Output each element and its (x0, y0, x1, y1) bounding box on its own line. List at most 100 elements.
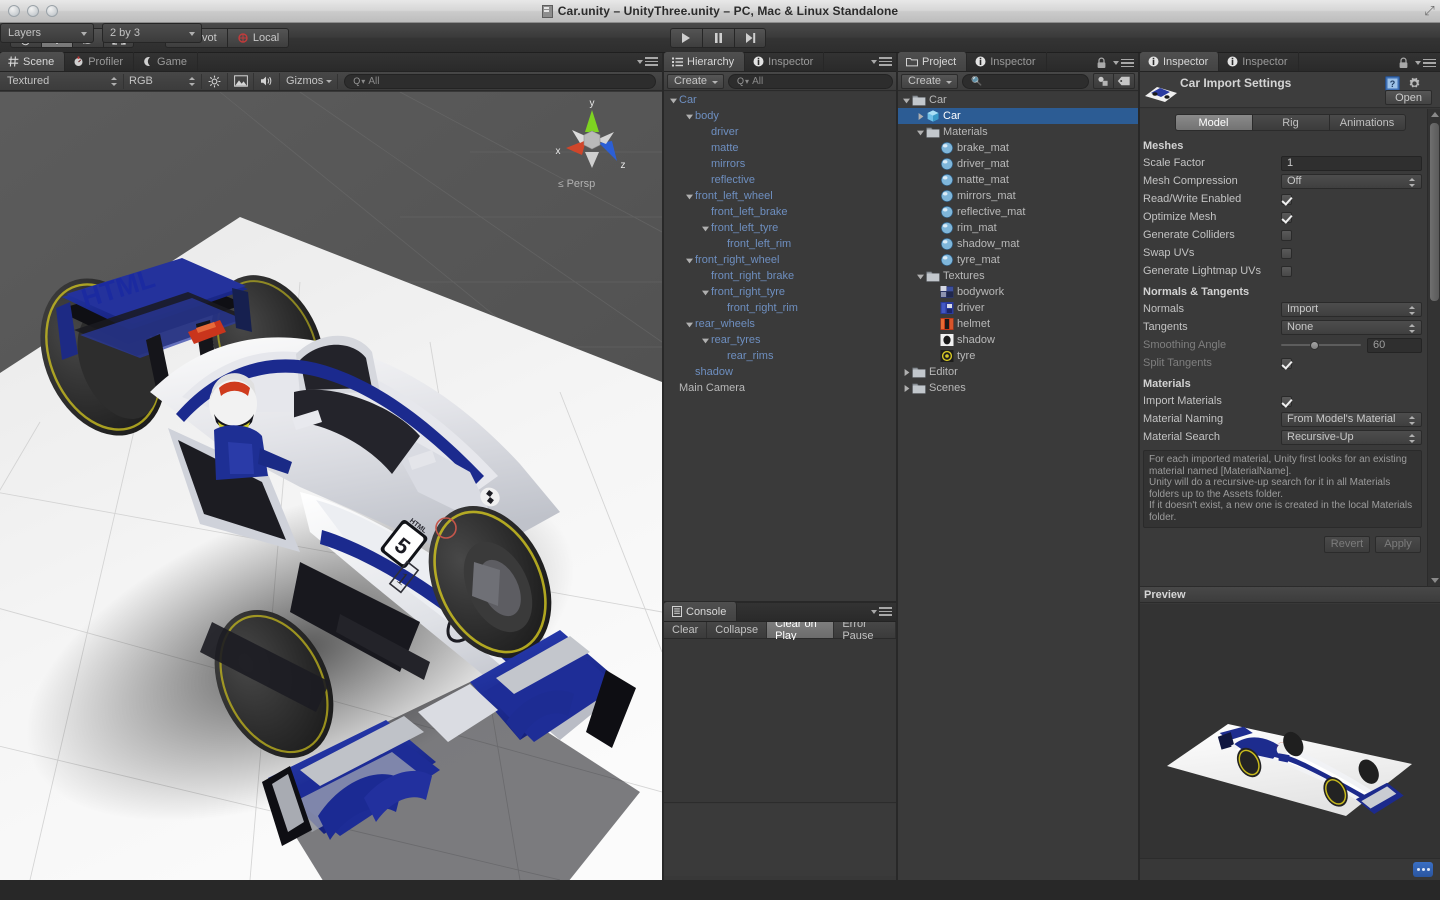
play-button[interactable] (670, 28, 702, 48)
mesh-compression-dropdown[interactable]: Off (1281, 173, 1422, 189)
normals-dropdown[interactable]: Import (1281, 301, 1422, 317)
project-item-car[interactable]: Car (898, 108, 1138, 124)
gear-icon[interactable] (1407, 76, 1422, 91)
tab-scene[interactable]: Scene (0, 52, 66, 71)
import-materials-checkbox[interactable] (1281, 395, 1292, 407)
hierarchy-create-button[interactable]: Create (667, 73, 725, 89)
project-create-button[interactable]: Create (901, 73, 959, 89)
tangents-dropdown[interactable]: None (1281, 319, 1422, 335)
tab-project[interactable]: Project (898, 52, 968, 71)
inspector-scroll-thumb[interactable] (1430, 123, 1439, 301)
step-button[interactable] (734, 28, 766, 48)
swap-uvs-checkbox[interactable] (1281, 247, 1292, 259)
expand-toggle[interactable] (684, 188, 695, 204)
layout-dropdown[interactable]: 2 by 3 (102, 23, 202, 43)
window-controls[interactable] (8, 5, 58, 17)
expand-toggle[interactable] (684, 252, 695, 268)
material-search-dropdown[interactable]: Recursive-Up (1281, 429, 1422, 445)
hierarchy-item-front-left-tyre[interactable]: front_left_tyre (664, 220, 896, 236)
expand-toggle[interactable] (684, 316, 695, 332)
inspector-panel-menu[interactable] (1398, 57, 1436, 69)
draw-mode-dropdown[interactable]: Textured (2, 73, 124, 89)
hierarchy-item-car[interactable]: Car (664, 92, 896, 108)
hierarchy-item-front-right-tyre[interactable]: front_right_tyre (664, 284, 896, 300)
project-search-input[interactable]: 🔍 (962, 73, 1089, 89)
hierarchy-item-reflective[interactable]: reflective (664, 172, 896, 188)
expand-toggle[interactable] (915, 108, 926, 124)
scale-factor-input[interactable]: 1 (1281, 155, 1422, 171)
console-clear-on-play-button[interactable]: Clear on Play (767, 618, 835, 642)
hierarchy-item-front-left-wheel[interactable]: front_left_wheel (664, 188, 896, 204)
expand-toggle[interactable] (700, 220, 711, 236)
projection-mode-label[interactable]: ≤ Persp (558, 178, 595, 190)
material-naming-dropdown[interactable]: From Model's Material (1281, 411, 1422, 427)
project-item-tyre-mat[interactable]: tyre_mat (898, 252, 1138, 268)
hierarchy-item-mirrors[interactable]: mirrors (664, 156, 896, 172)
console-log-area[interactable] (664, 640, 896, 803)
tab-model[interactable]: Model (1174, 114, 1252, 131)
console-panel-menu[interactable] (871, 607, 892, 616)
tab-project-inspector[interactable]: Inspector (967, 52, 1047, 71)
read-write-checkbox[interactable] (1281, 193, 1292, 205)
hierarchy-item-matte[interactable]: matte (664, 140, 896, 156)
close-button[interactable] (8, 5, 20, 17)
expand-toggle[interactable] (901, 380, 912, 396)
project-item-shadow[interactable]: shadow (898, 332, 1138, 348)
hierarchy-item-front-left-rim[interactable]: front_left_rim (664, 236, 896, 252)
resize-handle-icon[interactable]: ⤢ (1422, 3, 1437, 18)
tab-console[interactable]: Console (664, 602, 738, 621)
filter-by-type-button[interactable] (1093, 73, 1114, 89)
tab-hierarchy[interactable]: Hierarchy (664, 52, 746, 71)
hierarchy-panel-menu[interactable] (871, 57, 892, 66)
minimize-button[interactable] (27, 5, 39, 17)
scroll-down-arrow-icon[interactable] (1431, 578, 1439, 583)
console-error-pause-button[interactable]: Error Pause (834, 618, 896, 642)
project-item-scenes[interactable]: Scenes (898, 380, 1138, 396)
gizmos-dropdown[interactable]: Gizmos (280, 73, 339, 89)
project-item-matte-mat[interactable]: matte_mat (898, 172, 1138, 188)
project-item-mirrors-mat[interactable]: mirrors_mat (898, 188, 1138, 204)
hierarchy-item-shadow[interactable]: shadow (664, 364, 896, 380)
preview-viewport[interactable] (1140, 604, 1440, 880)
scroll-up-arrow-icon[interactable] (1431, 112, 1439, 117)
color-mode-dropdown[interactable]: RGB (124, 73, 202, 89)
project-tree[interactable]: Car Car Materials brake_mat driver_mat matte_… (898, 92, 1138, 880)
console-clear-button[interactable]: Clear (664, 622, 708, 638)
hierarchy-item-rear-wheels[interactable]: rear_wheels (664, 316, 896, 332)
preview-header[interactable]: Preview (1140, 586, 1440, 603)
project-item-editor[interactable]: Editor (898, 364, 1138, 380)
console-detail-area[interactable] (664, 804, 896, 876)
hierarchy-item-front-right-wheel[interactable]: front_right_wheel (664, 252, 896, 268)
pause-button[interactable] (702, 28, 734, 48)
expand-toggle[interactable] (901, 92, 912, 108)
expand-toggle[interactable] (700, 332, 711, 348)
hierarchy-item-driver[interactable]: driver (664, 124, 896, 140)
scene-panel-menu[interactable] (637, 57, 658, 66)
project-item-helmet[interactable]: helmet (898, 316, 1138, 332)
optimize-mesh-checkbox[interactable] (1281, 211, 1292, 223)
project-item-shadow-mat[interactable]: shadow_mat (898, 236, 1138, 252)
project-item-driver-mat[interactable]: driver_mat (898, 156, 1138, 172)
hierarchy-search-input[interactable]: Q ▾ All (728, 73, 893, 89)
smoothing-angle-slider[interactable] (1281, 338, 1361, 353)
hierarchy-item-front-right-brake[interactable]: front_right_brake (664, 268, 896, 284)
inspector-scrollbar[interactable] (1427, 109, 1440, 586)
split-tangents-checkbox[interactable] (1281, 357, 1292, 369)
project-item-bodywork[interactable]: bodywork (898, 284, 1138, 300)
hierarchy-item-rear-rims[interactable]: rear_rims (664, 348, 896, 364)
expand-toggle[interactable] (915, 268, 926, 284)
project-item-materials[interactable]: Materials (898, 124, 1138, 140)
scene-lighting-toggle[interactable] (202, 72, 228, 90)
help-book-icon[interactable]: ? (1385, 76, 1400, 91)
project-item-tyre[interactable]: tyre (898, 348, 1138, 364)
project-item-reflective-mat[interactable]: reflective_mat (898, 204, 1138, 220)
hierarchy-item-rear-tyres[interactable]: rear_tyres (664, 332, 896, 348)
console-collapse-button[interactable]: Collapse (707, 622, 768, 638)
tab-inspector-secondary[interactable]: Inspector (1219, 52, 1299, 71)
scene-fx-toggle[interactable] (228, 72, 254, 90)
expand-toggle[interactable] (668, 92, 679, 108)
tab-game[interactable]: Game (134, 52, 199, 71)
filter-by-label-button[interactable] (1114, 73, 1135, 89)
tab-profiler[interactable]: Profiler (65, 52, 135, 71)
project-item-car[interactable]: Car (898, 92, 1138, 108)
